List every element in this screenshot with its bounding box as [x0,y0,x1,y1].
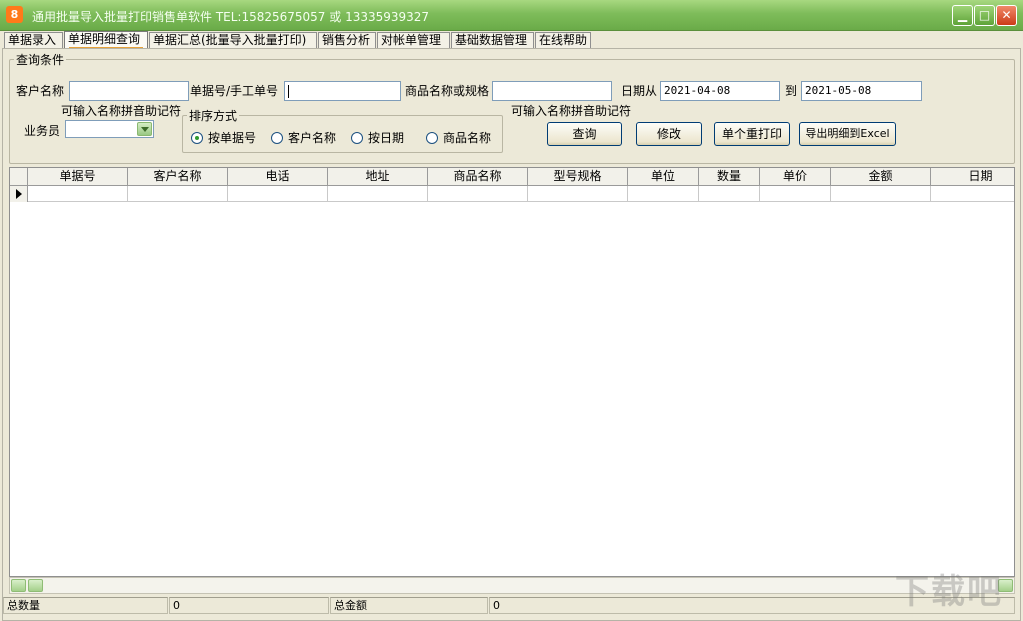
tab-basic-data-management[interactable]: 基础数据管理 [451,32,534,49]
date-to-label: 到 [785,82,797,99]
table-cell[interactable] [628,186,699,202]
current-row-indicator-icon [10,186,28,202]
sort-by-product-radio[interactable]: 商品名称 [426,129,491,146]
modify-button[interactable]: 修改 [636,122,702,146]
customer-name-input[interactable] [69,81,189,101]
tab-online-help[interactable]: 在线帮助 [535,32,591,49]
main-panel: 查询条件 客户名称 单据号/手工单号 商品名称或规格 日期从 2021-04-0… [2,48,1021,621]
date-to-input[interactable]: 2021-05-08 [801,81,922,101]
tab-strip: 单据录入 单据明细查询 单据汇总(批量导入批量打印) 销售分析 对帐单管理 基础… [0,31,1023,49]
scroll-left-icon[interactable] [11,579,26,592]
table-cell[interactable] [128,186,228,202]
tab-statement-management[interactable]: 对帐单管理 [377,32,450,49]
sort-option-label: 按日期 [368,131,404,145]
title-bar: 8 通用批量导入批量打印销售单软件 TEL:15825675057 或 1333… [0,0,1023,31]
close-button[interactable]: ✕ [996,5,1017,26]
table-cell[interactable] [428,186,528,202]
total-amount-label: 总金额 [330,597,488,614]
sort-option-label: 按单据号 [208,131,256,145]
column-header[interactable]: 单价 [760,168,831,186]
salesman-combo[interactable] [65,120,154,138]
export-excel-button[interactable]: 导出明细到Excel [799,122,896,146]
customer-pinyin-hint: 可输入名称拼音助记符 [61,102,181,119]
table-cell[interactable] [931,186,1015,202]
sort-option-label: 商品名称 [443,131,491,145]
column-header[interactable]: 电话 [228,168,328,186]
tab-bill-summary[interactable]: 单据汇总(批量导入批量打印) [149,32,317,49]
table-cell[interactable] [528,186,628,202]
horizontal-scrollbar[interactable] [9,577,1015,594]
sort-by-bill-no-radio[interactable]: 按单据号 [191,129,256,146]
sort-order-group: 排序方式 按单据号 客户名称 按日期 商品名称 [182,115,503,153]
total-quantity-label: 总数量 [3,597,168,614]
column-header[interactable]: 金额 [831,168,931,186]
tab-bill-entry[interactable]: 单据录入 [4,32,63,49]
column-header[interactable]: 客户名称 [128,168,228,186]
chevron-down-icon[interactable] [137,122,152,136]
column-header[interactable]: 数量 [699,168,760,186]
tab-sales-analysis[interactable]: 销售分析 [318,32,376,49]
column-header[interactable]: 地址 [328,168,428,186]
date-from-label: 日期从 [621,82,657,99]
query-conditions-group: 查询条件 客户名称 单据号/手工单号 商品名称或规格 日期从 2021-04-0… [9,59,1015,164]
bill-no-label: 单据号/手工单号 [190,82,278,99]
table-cell[interactable] [760,186,831,202]
product-name-label: 商品名称或规格 [405,82,489,99]
column-header[interactable]: 型号规格 [528,168,628,186]
column-header[interactable]: 日期 [931,168,1015,186]
query-button[interactable]: 查询 [547,122,622,146]
bill-no-input[interactable] [284,81,401,101]
reprint-button[interactable]: 单个重打印 [714,122,790,146]
table-cell[interactable] [699,186,760,202]
customer-name-label: 客户名称 [16,82,64,99]
table-cell[interactable] [831,186,931,202]
scrollbar-thumb[interactable] [28,579,43,592]
sort-by-date-radio[interactable]: 按日期 [351,129,404,146]
table-cell[interactable] [328,186,428,202]
sort-order-title: 排序方式 [187,107,239,124]
radio-icon [426,132,438,144]
salesman-label: 业务员 [24,122,60,139]
radio-icon [351,132,363,144]
detail-grid[interactable]: 单据号 客户名称 电话 地址 商品名称 型号规格 单位 数量 单价 金额 日期 [9,167,1015,577]
total-quantity-value: 0 [169,597,329,614]
status-bar: 总数量 0 总金额 0 [9,597,1015,614]
radio-icon [271,132,283,144]
table-cell[interactable] [228,186,328,202]
sort-option-label: 客户名称 [288,131,336,145]
column-header[interactable]: 单位 [628,168,699,186]
maximize-button[interactable]: □ [974,5,995,26]
query-conditions-title: 查询条件 [14,51,66,68]
column-header[interactable]: 商品名称 [428,168,528,186]
window-title: 通用批量导入批量打印销售单软件 TEL:15825675057 或 133359… [32,8,429,25]
table-row[interactable] [10,186,1015,202]
table-cell[interactable] [28,186,128,202]
product-pinyin-hint: 可输入名称拼音助记符 [511,102,631,119]
date-from-input[interactable]: 2021-04-08 [660,81,780,101]
column-header[interactable]: 单据号 [28,168,128,186]
radio-selected-icon [191,132,203,144]
minimize-button[interactable]: ▁ [952,5,973,26]
text-caret [288,85,289,98]
row-header-corner [10,168,28,186]
product-name-input[interactable] [492,81,612,101]
app-icon: 8 [6,6,23,23]
grid-header: 单据号 客户名称 电话 地址 商品名称 型号规格 单位 数量 单价 金额 日期 [10,168,1015,186]
sort-by-customer-radio[interactable]: 客户名称 [271,129,336,146]
watermark-logo: 下载吧 [895,564,1003,613]
